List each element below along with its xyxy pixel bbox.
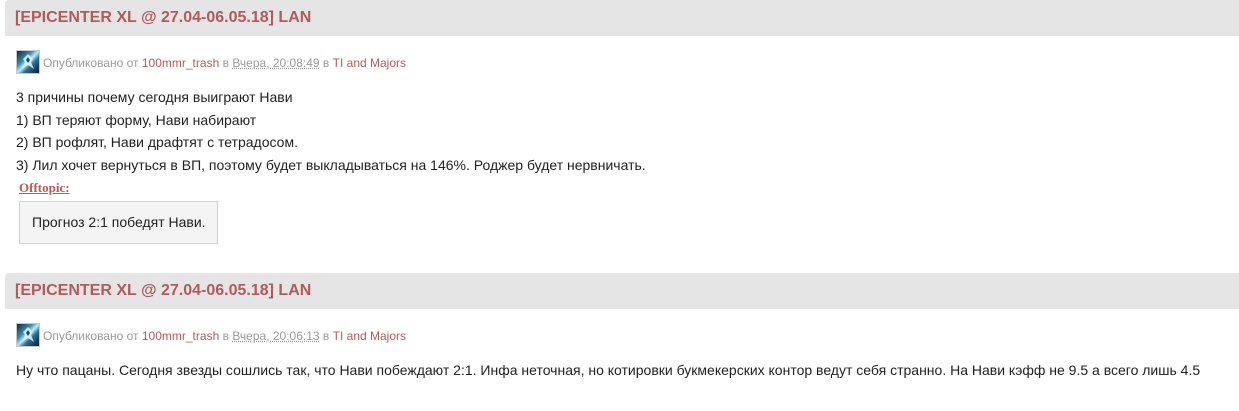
in-word: в xyxy=(322,329,330,343)
blog-post: [EPICENTER XL @ 27.04-06.05.18] LAN Опуб… xyxy=(5,0,1239,244)
hero-portrait-icon xyxy=(22,327,34,342)
category-link[interactable]: TI and Majors xyxy=(333,329,406,343)
post-date: Вчера, 20:08:49 xyxy=(232,56,320,70)
post-meta: Опубликовано от 100mmr_trash в Вчера, 20… xyxy=(16,50,1239,76)
content-line: 3) Лил хочет вернуться в ВП, поэтому буд… xyxy=(16,156,646,173)
in-word: в xyxy=(322,56,330,70)
content-line: 3 причины почему сегодня выиграют Нави xyxy=(16,89,293,105)
post-title-link[interactable]: [EPICENTER XL @ 27.04-06.05.18] LAN xyxy=(15,282,311,299)
offtopic-label[interactable]: Offtopic: xyxy=(19,178,70,198)
in-word: в xyxy=(222,329,229,343)
author-link[interactable]: 100mmr_trash xyxy=(142,329,219,343)
content-line: Ну что пацаны. Сегодня звезды сошлись та… xyxy=(16,362,1201,378)
in-word: в xyxy=(222,56,229,70)
category-link[interactable]: TI and Majors xyxy=(333,56,406,70)
hero-portrait-icon xyxy=(22,54,34,69)
post-date: Вчера, 20:06:13 xyxy=(232,329,320,343)
blog-post: [EPICENTER XL @ 27.04-06.05.18] LAN Опуб… xyxy=(5,273,1239,382)
post-title-link[interactable]: [EPICENTER XL @ 27.04-06.05.18] LAN xyxy=(15,9,311,26)
avatar-icon[interactable] xyxy=(16,323,40,347)
avatar-icon[interactable] xyxy=(16,50,40,74)
published-prefix: Опубликовано от xyxy=(43,329,139,343)
content-line: 1) ВП теряют форму, Нави набирают xyxy=(16,111,257,128)
offtopic-box: Прогноз 2:1 победят Нави. xyxy=(19,200,218,244)
author-link[interactable]: 100mmr_trash xyxy=(142,56,219,70)
post-content: Ну что пацаны. Сегодня звезды сошлись та… xyxy=(16,359,1239,382)
post-content: 3 причины почему сегодня выиграют Нави 1… xyxy=(16,86,1239,244)
published-prefix: Опубликовано от xyxy=(43,56,139,70)
post-meta-text: Опубликовано от 100mmr_trash в Вчера, 20… xyxy=(43,323,406,349)
post-title-bar: [EPICENTER XL @ 27.04-06.05.18] LAN xyxy=(5,273,1239,309)
post-meta-text: Опубликовано от 100mmr_trash в Вчера, 20… xyxy=(43,50,406,76)
post-title-bar: [EPICENTER XL @ 27.04-06.05.18] LAN xyxy=(5,0,1239,36)
content-line: 2) ВП рофлят, Нави драфтят с тетрадосом. xyxy=(16,134,298,150)
post-meta: Опубликовано от 100mmr_trash в Вчера, 20… xyxy=(16,323,1239,349)
